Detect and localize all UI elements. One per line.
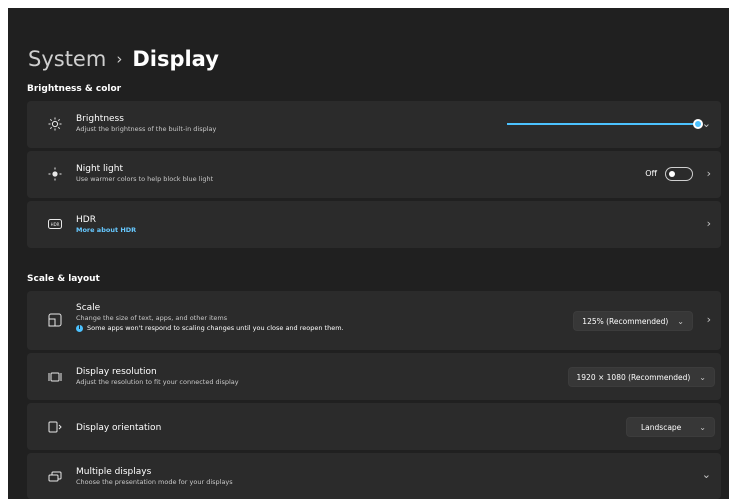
brightness-slider-track[interactable] (507, 123, 694, 125)
chevron-right-icon[interactable]: › (707, 167, 711, 180)
resolution-title: Display resolution (76, 367, 157, 377)
info-icon: i (76, 324, 83, 332)
scale-dropdown-value: 125% (Recommended) (582, 316, 669, 326)
scale-subtitle: Change the size of text, apps, and other… (76, 314, 228, 322)
chevron-down-icon: ⌄ (699, 422, 706, 432)
section-brightness-color: Brightness & color (27, 84, 122, 94)
breadcrumb-system[interactable]: System (28, 47, 106, 71)
night-light-icon (47, 166, 63, 182)
chevron-down-icon[interactable]: ⌄ (702, 117, 711, 130)
chevron-right-icon[interactable]: › (707, 217, 711, 230)
section-scale-layout: Scale & layout (27, 274, 100, 284)
scale-title: Scale (76, 303, 101, 313)
night-light-title: Night light (76, 164, 123, 174)
brightness-card[interactable]: Brightness Adjust the brightness of the … (27, 101, 721, 148)
night-light-toggle[interactable] (665, 167, 693, 181)
settings-window: System › Display Brightness & color Brig… (8, 8, 729, 499)
multiple-displays-icon (47, 469, 63, 485)
orientation-icon (47, 419, 63, 435)
multiple-displays-title: Multiple displays (76, 467, 152, 477)
display-orientation-card[interactable]: Display orientation Landscape ⌄ (27, 403, 721, 450)
night-light-card[interactable]: Night light Use warmer colors to help bl… (27, 151, 721, 198)
hdr-card[interactable]: HDR HDR More about HDR › (27, 201, 721, 248)
scale-card[interactable]: Scale Change the size of text, apps, and… (27, 291, 721, 350)
resolution-icon (47, 369, 63, 385)
resolution-dropdown[interactable]: 1920 × 1080 (Recommended) ⌄ (567, 367, 715, 387)
scale-dropdown[interactable]: 125% (Recommended) ⌄ (573, 311, 693, 331)
hdr-more-link[interactable]: More about HDR (76, 226, 136, 235)
resolution-dropdown-value: 1920 × 1080 (Recommended) (576, 372, 691, 382)
scale-icon (47, 312, 63, 328)
chevron-down-icon: ⌄ (677, 316, 684, 326)
night-light-state-label: Off (645, 169, 657, 178)
brightness-icon (47, 116, 63, 132)
brightness-title: Brightness (76, 114, 124, 124)
orientation-dropdown-value: Landscape (641, 422, 682, 432)
night-light-subtitle: Use warmer colors to help block blue lig… (76, 175, 214, 183)
brightness-subtitle: Adjust the brightness of the built-in di… (76, 125, 217, 133)
breadcrumb-separator: › (116, 50, 123, 68)
hdr-icon: HDR (47, 216, 63, 232)
chevron-right-icon[interactable]: › (707, 313, 711, 326)
scale-warning: Some apps won't respond to scaling chang… (87, 324, 344, 332)
multiple-displays-subtitle: Choose the presentation mode for your di… (76, 478, 233, 486)
orientation-dropdown[interactable]: Landscape ⌄ (626, 417, 715, 437)
multiple-displays-card[interactable]: Multiple displays Choose the presentatio… (27, 453, 721, 499)
orientation-title: Display orientation (76, 423, 162, 433)
resolution-subtitle: Adjust the resolution to fit your connec… (76, 378, 239, 386)
page-title: Display (132, 47, 219, 71)
chevron-down-icon[interactable]: ⌄ (702, 468, 711, 481)
hdr-title: HDR (76, 215, 96, 225)
toggle-knob (669, 171, 675, 177)
breadcrumb: System › Display (28, 44, 219, 74)
display-resolution-card[interactable]: Display resolution Adjust the resolution… (27, 353, 721, 400)
chevron-down-icon: ⌄ (699, 372, 706, 382)
svg-text:HDR: HDR (51, 222, 60, 227)
